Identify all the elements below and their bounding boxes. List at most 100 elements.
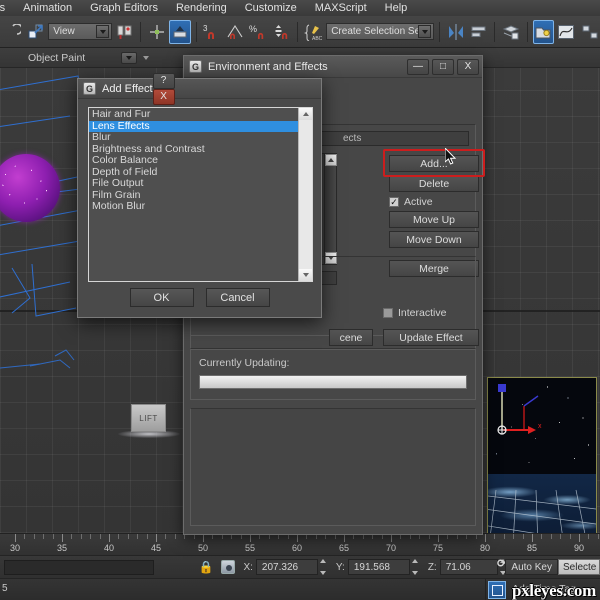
x-spinner[interactable] [319,559,328,575]
timeline-minor-tick [146,534,148,539]
add-effect-title: Add Effect [102,82,153,95]
effect-list-item[interactable]: Lens Effects [89,120,298,132]
mirror-icon[interactable] [445,20,466,44]
effect-list-item[interactable]: Color Balance [89,154,298,167]
toolbar-separator [140,21,142,42]
effect-list-item[interactable]: File Output [89,177,298,190]
env-window-titlebar[interactable]: G Environment and Effects — □ X [184,56,482,78]
toolbar-separator-4 [439,21,441,42]
y-coordinate-group[interactable]: Y: 191.568 [336,559,420,575]
close-button[interactable]: X [457,58,479,75]
selected-filter-button[interactable]: Selecte [558,559,600,575]
cancel-button[interactable]: Cancel [205,288,270,307]
angle-snap-toggle-icon[interactable] [225,20,246,44]
add-effect-titlebar[interactable]: G Add Effect ? X [78,72,321,105]
schematic-view-icon[interactable] [579,20,600,44]
z-field[interactable]: 71.06 [439,559,498,575]
effect-list-item[interactable]: Hair and Fur [89,108,298,121]
scroll-up-icon[interactable] [325,154,337,166]
selection-lock-icon[interactable] [221,560,236,574]
viewport-reference-coordinate-combo[interactable]: View [48,23,112,40]
move-down-button[interactable]: Move Down [389,231,479,248]
select-and-move-icon[interactable] [169,19,191,44]
active-checkbox-row[interactable]: ✓ Active [389,196,433,208]
ok-button[interactable]: OK [129,288,194,307]
add-effect-close-button[interactable]: X [152,88,175,105]
chevron-down-icon-2[interactable] [418,25,432,38]
curve-editor-icon[interactable] [556,20,577,44]
timeline-tick-label: 35 [56,543,68,553]
lock-icon[interactable]: 🔒 [199,560,214,574]
menu-item-0[interactable]: rs [0,0,14,16]
lift-object[interactable]: LIFT [131,404,166,432]
timeline-tick-label: 85 [526,543,538,553]
align-icon[interactable] [468,20,489,44]
show-scene-button[interactable]: cene [329,329,373,346]
y-field[interactable]: 191.568 [347,559,410,575]
update-effect-button[interactable]: Update Effect [383,329,479,346]
material-editor-icon[interactable] [532,19,554,44]
bind-to-space-warp-icon[interactable] [114,20,135,44]
undo-icon[interactable] [2,20,23,44]
menu-item-customize[interactable]: Customize [236,0,306,16]
percent-snap-toggle-icon[interactable]: % [248,20,269,44]
named-selection-sets-icon[interactable]: ABC [303,20,324,44]
menu-item-help[interactable]: Help [376,0,417,16]
effect-list-item[interactable]: Blur [89,131,298,144]
scroll-up-icon-2[interactable] [299,108,312,120]
active-checkbox[interactable]: ✓ [389,197,399,207]
snaps-toggle-icon[interactable]: 3 [202,20,223,44]
timeline-minor-tick [99,534,101,539]
timeline-minor-tick [560,534,562,539]
object-paint-flyout-icon[interactable] [143,55,150,60]
main-toolbar: View 3 % ABC Create Selection Se [0,16,600,48]
menu-item-animation[interactable]: Animation [14,0,81,16]
max-app-icon: G [189,60,202,73]
menu-item-graph-editors[interactable]: Graph Editors [81,0,167,16]
add-effect-dialog[interactable]: G Add Effect ? X Hair and Fur Lens Effect… [77,72,322,318]
chevron-down-icon[interactable] [96,25,109,38]
spinner-snap-toggle-icon[interactable] [271,20,292,44]
interactive-checkbox[interactable] [383,308,393,318]
help-button[interactable]: ? [152,72,175,89]
timeline-tick-label: 65 [338,543,350,553]
auto-key-button[interactable]: Auto Key [505,559,558,575]
object-paint-dropdown-icon[interactable] [121,51,138,64]
delete-effect-button[interactable]: Delete [389,175,479,192]
rendered-camera-viewport[interactable]: x [487,377,597,533]
prompt-track [0,579,486,600]
x-coordinate-group[interactable]: X: 207.326 [243,559,327,575]
timeline-minor-tick [174,534,176,539]
named-selection-set-combo[interactable]: Create Selection Se [326,23,435,40]
select-object-icon[interactable] [146,20,167,44]
y-spinner[interactable] [411,559,420,575]
effects-list-scrollbar[interactable] [324,154,337,264]
timeline-tick-label: 45 [150,543,162,553]
x-field[interactable]: 207.326 [255,559,318,575]
select-and-link-icon[interactable] [25,20,46,44]
timeline-tick-label: 50 [197,543,209,553]
view-combo-value: View [53,26,75,37]
timeline-ruler[interactable]: 30 35 40 45 50 55 60 65 70 75 80 85 90 [0,533,600,555]
menu-item-maxscript[interactable]: MAXScript [306,0,376,16]
interactive-checkbox-row[interactable]: Interactive [383,307,446,319]
move-up-button[interactable]: Move Up [389,211,479,228]
active-label: Active [404,196,433,208]
maximize-button[interactable]: □ [432,58,454,75]
effects-list[interactable]: Hair and Fur Lens Effects Blur Brightness a… [88,107,313,282]
frame-fragment-label: 5 [2,583,8,594]
effects-list-items[interactable]: Hair and Fur Lens Effects Blur Brightness a… [89,108,298,281]
toolbar-separator-2 [195,21,197,42]
time-tag-icon[interactable] [488,581,506,599]
timeline-tick-label: 75 [432,543,444,553]
timeline-major-tick [532,534,533,542]
scroll-down-icon-2[interactable] [299,269,312,281]
minimize-button[interactable]: — [407,58,429,75]
toolbar-separator-6 [526,21,528,42]
timeline-tick-label: 55 [244,543,256,553]
layer-manager-icon[interactable] [500,20,521,44]
z-coordinate-group[interactable]: Z: 71.06 [428,559,508,575]
effect-list-item[interactable]: Motion Blur [89,200,298,213]
menu-item-rendering[interactable]: Rendering [167,0,236,16]
effects-list-scrollbar-2[interactable] [298,108,312,281]
